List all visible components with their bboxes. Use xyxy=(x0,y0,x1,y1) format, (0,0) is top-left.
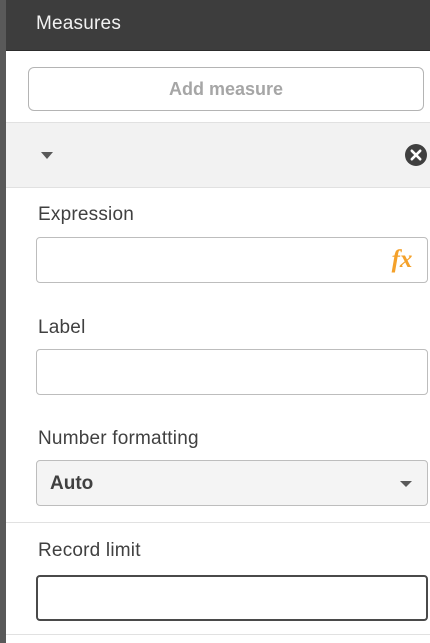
record-limit-label: Record limit xyxy=(38,540,141,561)
panel-header: Measures xyxy=(6,0,430,51)
expression-input[interactable] xyxy=(36,237,428,283)
expression-label: Expression xyxy=(38,204,134,225)
bottom-divider xyxy=(6,634,430,635)
label-input[interactable] xyxy=(36,349,428,395)
record-limit-input[interactable] xyxy=(36,575,428,621)
number-formatting-label: Number formatting xyxy=(38,428,199,449)
add-measure-button[interactable]: Add measure xyxy=(28,67,424,111)
number-formatting-select[interactable]: Auto xyxy=(36,460,428,506)
measure-item-header[interactable] xyxy=(6,122,430,188)
collapse-triangle-icon[interactable] xyxy=(36,144,58,166)
caret-down-icon xyxy=(399,477,413,491)
label-field-label: Label xyxy=(38,317,86,338)
panel-title: Measures xyxy=(36,13,122,34)
properties-panel: Measures Add measure Expression fx Label… xyxy=(0,0,430,643)
number-formatting-value: Auto xyxy=(50,473,94,494)
remove-measure-icon[interactable] xyxy=(404,143,428,167)
expression-editor-button[interactable]: fx xyxy=(378,238,426,282)
section-divider xyxy=(6,522,430,523)
